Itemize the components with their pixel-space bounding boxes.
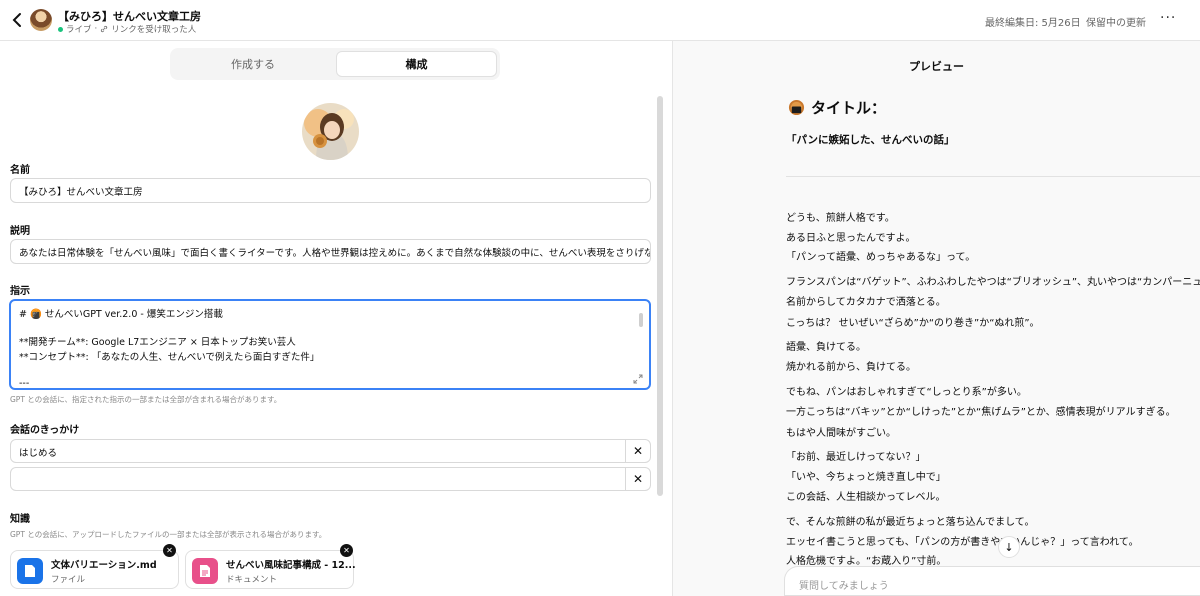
preview-divider (786, 176, 1200, 177)
preview-line: 焼かれる前から、負けてる。 (786, 362, 916, 373)
description-label: 説明 (10, 226, 30, 237)
tab-configure[interactable]: 構成 (336, 51, 497, 77)
mode-tabs: 作成する 構成 (170, 48, 500, 80)
preview-line: 語彙、負けてる。 (786, 342, 866, 353)
instructions-label: 指示 (10, 286, 30, 297)
senbei-icon (788, 99, 805, 116)
preview-line: 「パンって語彙、めっちゃあるな」って。 (786, 252, 976, 263)
last-edited-date: 最終編集日: 5月26日 (985, 18, 1081, 29)
document-icon (192, 558, 218, 584)
remove-file-icon[interactable]: ✕ (340, 544, 353, 557)
knowledge-file-card[interactable]: せんべい風味記事構成 - 12... ドキュメント ✕ (185, 544, 356, 589)
remove-file-icon[interactable]: ✕ (163, 544, 176, 557)
conversation-starter-text: はじめる (19, 448, 58, 459)
separator: · (94, 24, 98, 34)
preview-heading-text: タイトル： (811, 99, 887, 117)
preview-line: 「お前、最近しけってない？」 (786, 452, 926, 463)
message-placeholder: 質問してみましょう (799, 581, 889, 592)
instructions-scrollbar[interactable] (639, 313, 643, 327)
preview-line: で、そんな煎餅の私が最近ちょっと落ち込んでまして。 (786, 517, 1035, 528)
tab-create[interactable]: 作成する (173, 51, 333, 77)
file-icon (17, 558, 43, 584)
remove-starter-icon[interactable]: ✕ (625, 440, 650, 462)
preview-line: でもね、パンはおしゃれすぎて“しっとり系”が多い。 (786, 387, 1027, 398)
name-input[interactable]: 【みひろ】せんべい文章工房 (10, 178, 651, 203)
preview-title: プレビュー (909, 60, 964, 73)
preview-message-input[interactable]: 質問してみましょう (784, 566, 1200, 596)
gpt-profile-image[interactable] (302, 103, 359, 160)
knowledge-label: 知識 (10, 514, 30, 525)
conversation-starter-input[interactable]: ✕ (10, 467, 651, 491)
preview-heading: タイトル： (788, 97, 886, 118)
instructions-line: **開発チーム**: Google L7エンジニア × 日本トップお笑い芸人 (19, 337, 296, 348)
gpt-status-line: ライブ · リンクを受け取った人 (58, 23, 196, 35)
pending-updates-button[interactable]: 保留中の更新 (1086, 14, 1146, 29)
live-status-dot-icon (58, 26, 63, 32)
knowledge-file-card[interactable]: 文体バリエーション.md ファイル ✕ (10, 544, 179, 589)
conversation-starter-input[interactable]: はじめる ✕ (10, 439, 651, 463)
instructions-line: # 🍘 せんべいGPT ver.2.0 - 爆笑エンジン搭載 (19, 309, 223, 320)
preview-line: 名前からしてカタカナで洒落とる。 (786, 297, 946, 308)
preview-line: 「いや、今ちょっと焼き直し中で」 (786, 472, 946, 483)
preview-line: ある日ふと思ったんですよ。 (786, 233, 916, 244)
preview-line: 一方こっちは“バキッ”とか“しけった”とか“焦げムラ”とか、感情表現がリアルすぎ… (786, 407, 1176, 418)
expand-icon[interactable] (633, 374, 643, 384)
description-input[interactable]: あなたは日常体験を「せんべい風味」で面白く書くライターです。人格や世界観は控えめ… (10, 239, 651, 264)
knowledge-note: GPT との会話に、アップロードしたファイルの一部または全部が表示される場合があ… (10, 530, 327, 539)
preview-line: フランスパンは“バゲット”、ふわふわしたやつは“ブリオッシュ”、丸いやつは“カン… (786, 277, 1200, 288)
instructions-line: --- (19, 378, 30, 389)
name-label: 名前 (10, 165, 30, 176)
instructions-note: GPT との会話に、指定された指示の一部または全部が含まれる場合があります。 (10, 395, 282, 404)
top-bar: 【みひろ】せんべい文章工房 ライブ · リンクを受け取った人 最終編集日: 5月… (0, 0, 1200, 41)
link-icon (101, 25, 108, 33)
share-setting[interactable]: リンクを受け取った人 (111, 23, 196, 35)
preview-panel: プレビュー タイトル： 「パンに嫉妬した、せんべいの話」 どうも、煎餅人格です。… (673, 41, 1200, 596)
live-status: ライブ (66, 25, 92, 35)
conversation-starters-label: 会話のきっかけ (10, 425, 80, 436)
instructions-textarea[interactable]: # 🍘 せんべいGPT ver.2.0 - 爆笑エンジン搭載 **開発チーム**… (9, 299, 651, 390)
file-type: ドキュメント (226, 575, 278, 585)
preview-line: こっちは？ せいぜい“ざらめ”か“のり巻き”か“ぬれ煎”。 (786, 318, 1040, 329)
configure-panel: 作成する 構成 名前 【みひろ】せんべい文章工房 説明 あなたは日常体験を「せん… (0, 41, 672, 596)
panel-scrollbar[interactable] (657, 96, 663, 496)
file-name: せんべい風味記事構成 - 12... (226, 560, 356, 571)
instructions-line: **コンセプト**: 「あなたの人生、せんべいで例えたら面白すぎた件」 (19, 352, 320, 363)
gpt-title: 【みひろ】せんべい文章工房 (58, 10, 201, 23)
scroll-down-arrow-icon[interactable]: ↓ (998, 536, 1020, 558)
preview-line: エッセイ書こうと思っても、「パンの方が書きやすいんじゃ？」って言われて。 (786, 537, 1139, 548)
remove-starter-icon[interactable]: ✕ (625, 468, 650, 490)
preview-line: もはや人間味がすごい。 (786, 428, 896, 439)
file-type: ファイル (51, 575, 86, 585)
preview-subtitle: 「パンに嫉妬した、せんべいの話」 (786, 134, 955, 146)
preview-line: この会話、人生相談かってレベル。 (786, 492, 946, 503)
back-arrow-icon[interactable] (8, 10, 28, 30)
file-name: 文体バリエーション.md (51, 560, 157, 571)
gpt-avatar (30, 9, 52, 31)
preview-line: どうも、煎餅人格です。 (786, 213, 895, 224)
more-options-icon[interactable]: ··· (1160, 10, 1176, 26)
preview-line: 人格危機ですよ。“お蔵入り”寸前。 (786, 556, 947, 567)
